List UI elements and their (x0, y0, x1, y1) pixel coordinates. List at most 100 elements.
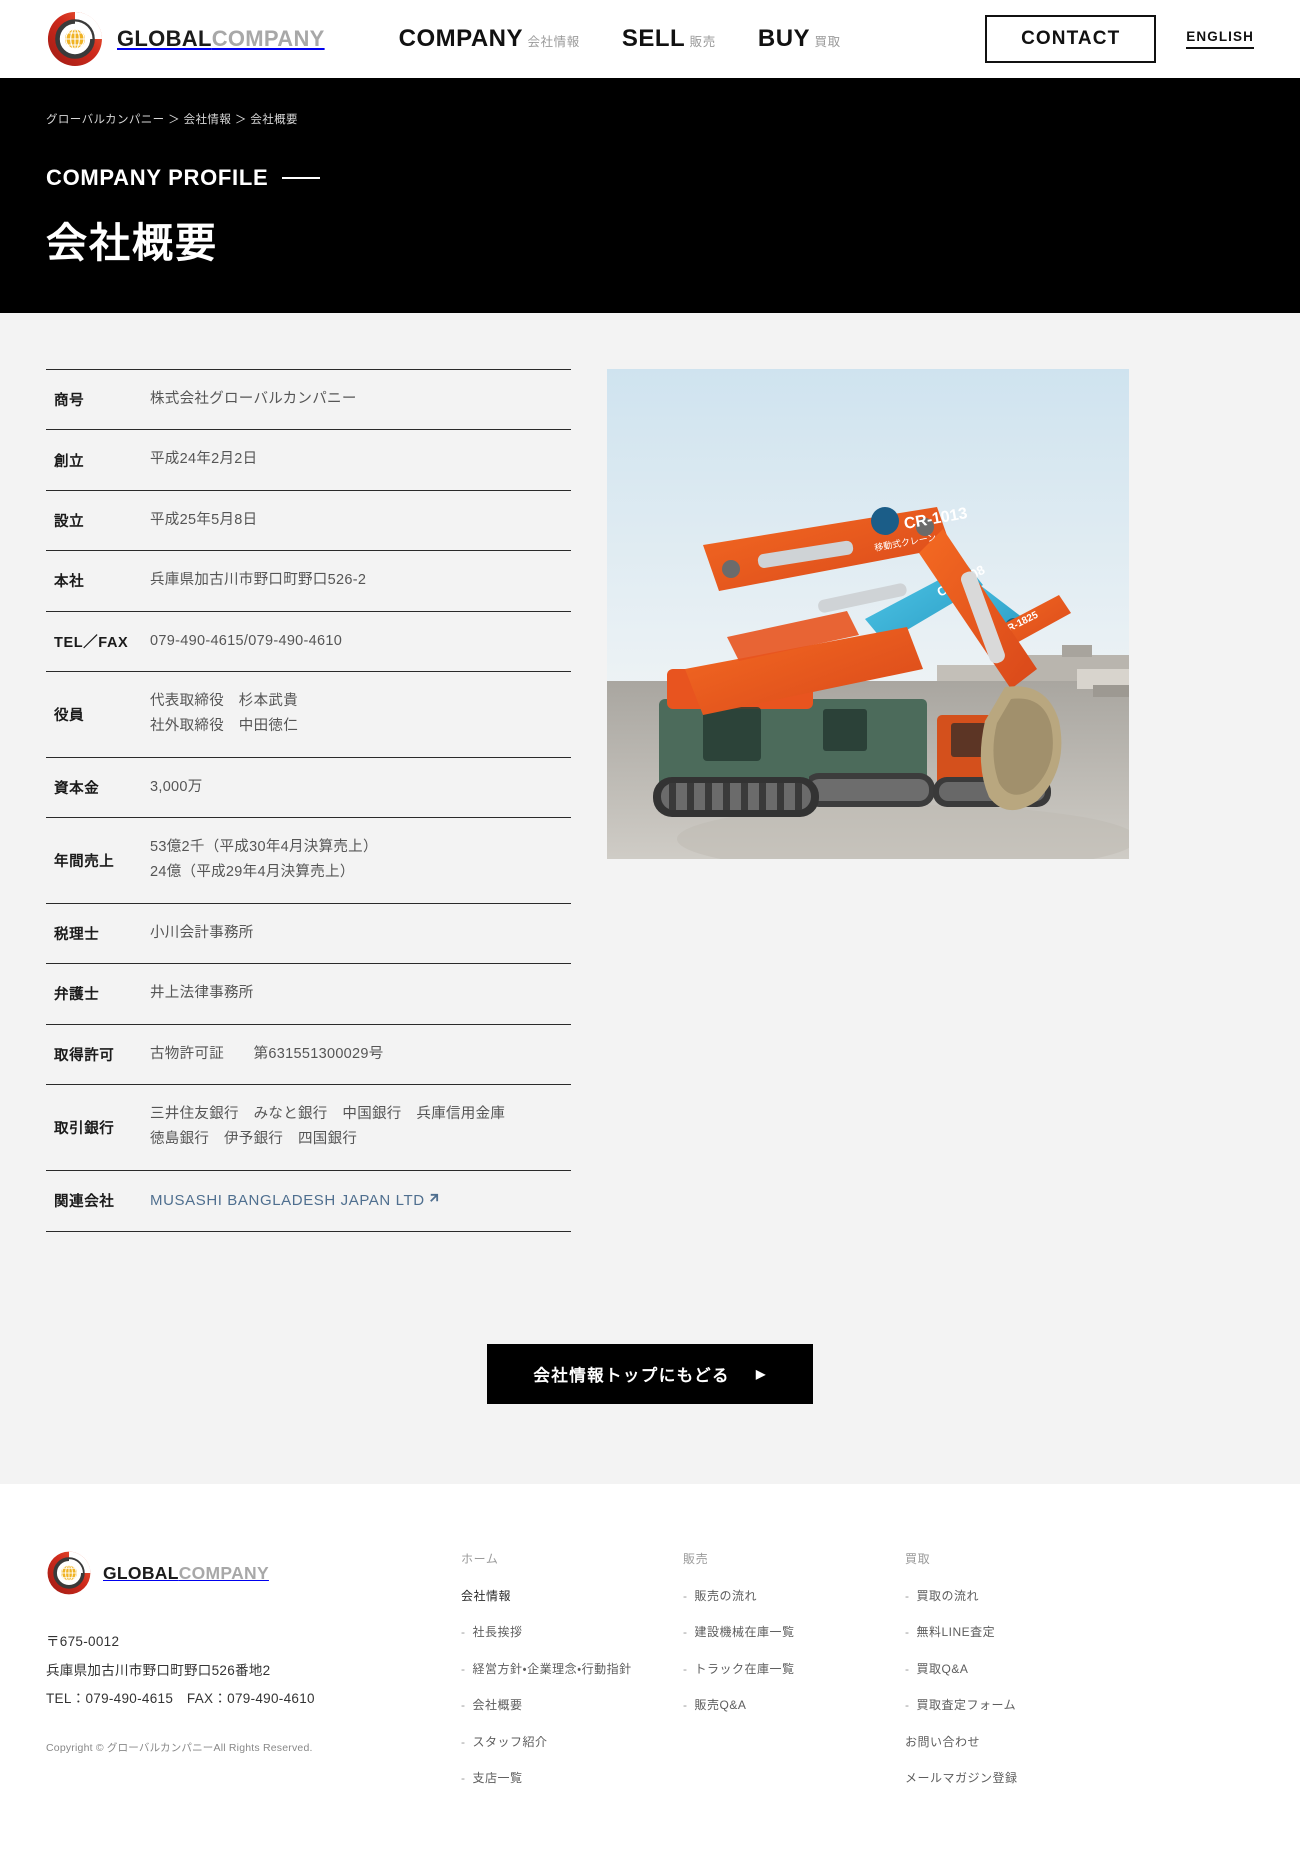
profile-row: 創立 平成24年2月2日 (46, 429, 571, 490)
profile-row-value: 平成25年5月8日 (150, 511, 258, 528)
profile-row: 本社 兵庫県加古川市野口町野口526-2 (46, 550, 571, 611)
footer-link-label: 社長挨拶 (472, 1625, 523, 1640)
footer-company-block: GLOBALCOMPANY 〒675-0012 兵庫県加古川市野口町野口526番… (46, 1550, 461, 1807)
footer-link[interactable]: メールマガジン登録 (905, 1771, 1127, 1785)
footer-link[interactable]: - トラック在庫一覧 (683, 1662, 905, 1676)
footer-link-label: トラック在庫一覧 (694, 1661, 795, 1676)
footer-link-label: 経営方針・企業理念・行動指針 (472, 1661, 632, 1676)
profile-row-value: 53億2千（平成30年4月決算売上） 24億（平成29年4月決算売上） (150, 839, 378, 881)
footer-brand-wordmark: GLOBALCOMPANY (103, 1563, 269, 1584)
profile-row-label: 税理士 (54, 926, 100, 943)
profile-row-label: 本社 (54, 574, 85, 591)
back-button-label: 会社情報トップにもどる (533, 1367, 730, 1385)
footer-link[interactable]: - 支店一覧 (461, 1771, 683, 1785)
footer-link-label: メールマガジン登録 (905, 1770, 1018, 1785)
profile-row-value: 079-490-4615/079-490-4610 (150, 632, 343, 649)
footer-address-block: 〒675-0012 兵庫県加古川市野口町野口526番地2 TEL：079-490… (46, 1628, 461, 1714)
footer-link[interactable]: - 会社概要 (461, 1698, 683, 1712)
profile-row-label: 取引銀行 (54, 1120, 115, 1137)
nav-item-sell[interactable]: SELL 販売 (622, 25, 716, 53)
brand-light: COMPANY (211, 26, 325, 51)
header-actions: CONTACT ENGLISH (985, 15, 1254, 63)
footer-link[interactable]: - 販売の流れ (683, 1589, 905, 1603)
profile-row: TEL／FAX 079-490-4615/079-490-4610 (46, 611, 571, 671)
back-to-company-top-button[interactable]: 会社情報トップにもどる ▶ (487, 1344, 813, 1404)
profile-row-value: 井上法律事務所 (150, 985, 254, 1002)
footer-link[interactable]: お問い合わせ (905, 1735, 1127, 1749)
footer-link[interactable]: - 買取の流れ (905, 1589, 1127, 1603)
company-profile-table: 商号 株式会社グローバルカンパニー 創立 平成24年2月2日 設立 平成25年5月8日 本社… (46, 369, 571, 1232)
profile-row-label: 年間売上 (54, 853, 115, 870)
nav-item-buy-ja: 買取 (814, 34, 841, 49)
site-logo-link[interactable]: GLOBALCOMPANY (46, 10, 325, 68)
nav-item-company[interactable]: COMPANY 会社情報 (398, 24, 580, 53)
site-header: GLOBALCOMPANY COMPANY 会社情報 SELL 販売 BUY 買… (0, 0, 1300, 78)
footer-column-sell: 販売 - 販売の流れ - 建設機械在庫一覧 - トラック在庫一覧 - 販売Q&A (683, 1550, 905, 1807)
footer-column-buy: 買取 - 買取の流れ - 無料LINE査定 - 買取Q&A - 買取査定フォーム お問い合わせ メー… (905, 1550, 1127, 1807)
footer-link-label: 販売Q&A (694, 1698, 747, 1713)
dash-bullet-icon: - (461, 1770, 466, 1785)
profile-row-label: 関連会社 (54, 1194, 115, 1211)
profile-row-value: 小川会計事務所 (150, 924, 254, 941)
footer-postal-code: 〒675-0012 (46, 1634, 120, 1649)
profile-row-label: 資本金 (54, 780, 100, 797)
contact-button[interactable]: CONTACT (985, 15, 1157, 63)
footer-link[interactable]: - 建設機械在庫一覧 (683, 1625, 905, 1639)
dash-bullet-icon: - (461, 1625, 466, 1640)
nav-item-company-ja: 会社情報 (527, 34, 580, 49)
profile-row-label: 設立 (54, 513, 85, 530)
footer-street-address: 兵庫県加古川市野口町野口526番地2 (46, 1662, 271, 1678)
profile-row-value: 古物許可証 第631551300029号 (150, 1045, 384, 1062)
dash-bullet-icon: - (905, 1589, 910, 1603)
dash-bullet-icon: - (461, 1698, 466, 1713)
profile-row-value: 代表取締役 杉本武貴 社外取締役 中田徳仁 (150, 692, 298, 735)
dash-bullet-icon: - (905, 1661, 910, 1676)
profile-row-value: 3,000万 (150, 778, 203, 795)
excavator-lineup-photo: CR-7008 CR-1825 (607, 369, 1129, 859)
dash-bullet-icon: - (905, 1625, 910, 1640)
footer-link[interactable]: - 無料LINE査定 (905, 1625, 1127, 1639)
site-footer: GLOBALCOMPANY 〒675-0012 兵庫県加古川市野口町野口526番… (0, 1484, 1300, 1859)
brand-wordmark: GLOBALCOMPANY (117, 28, 325, 50)
footer-link[interactable]: - 経営方針・企業理念・行動指針 (461, 1662, 683, 1676)
footer-link[interactable]: 会社情報 (461, 1589, 683, 1603)
profile-row: 資本金 3,000万 (46, 757, 571, 817)
footer-link[interactable]: - 販売Q&A (683, 1698, 905, 1712)
profile-row-label: 役員 (54, 707, 85, 724)
language-switch-english[interactable]: ENGLISH (1186, 29, 1254, 49)
profile-row-affiliate: 関連会社 MUSASHI BANGLADESH JAPAN LTD (46, 1170, 571, 1232)
nav-item-company-en: COMPANY (398, 24, 523, 52)
footer-link[interactable]: - 買取Q&A (905, 1662, 1127, 1676)
page-title: 会社概要 (46, 220, 218, 266)
breadcrumb[interactable]: グローバルカンパニー ＞ 会社情報 ＞ 会社概要 (46, 111, 1254, 127)
external-link-icon (428, 1188, 439, 1213)
profile-row: 税理士 小川会計事務所 (46, 903, 571, 963)
footer-logo-link[interactable]: GLOBALCOMPANY (46, 1550, 461, 1596)
footer-link-label: 販売の流れ (694, 1589, 758, 1603)
footer-tel-fax: TEL：079-490-4615 FAX：079-490-4610 (46, 1691, 315, 1707)
profile-row-label: 取得許可 (54, 1047, 115, 1064)
footer-link[interactable]: - 社長挨拶 (461, 1625, 683, 1639)
footer-column-home: ホーム 会社情報 - 社長挨拶 - 経営方針・企業理念・行動指針 - 会社概要 - スタッフ紹介 -… (461, 1550, 683, 1807)
footer-copyright: Copyright © グローバルカンパニーAll Rights Reserve… (46, 1741, 313, 1754)
back-button-row: 会社情報トップにもどる ▶ (46, 1344, 1254, 1404)
footer-link[interactable]: - スタッフ紹介 (461, 1735, 683, 1749)
footer-column-heading: 販売 (683, 1552, 709, 1566)
nav-item-buy[interactable]: BUY 買取 (757, 24, 841, 53)
footer-brand-light: COMPANY (178, 1562, 269, 1583)
profile-row: 設立 平成25年5月8日 (46, 490, 571, 550)
profile-row: 取引銀行 三井住友銀行 みなと銀行 中国銀行 兵庫信用金庫 徳島銀行 伊予銀行 四国… (46, 1084, 571, 1170)
page-hero: グローバルカンパニー ＞ 会社情報 ＞ 会社概要 COMPANY PROFILE… (0, 78, 1300, 313)
footer-link-label: 建設機械在庫一覧 (694, 1625, 795, 1640)
affiliate-company-link[interactable]: MUSASHI BANGLADESH JAPAN LTD (150, 1192, 425, 1209)
footer-link[interactable]: - 買取査定フォーム (905, 1698, 1127, 1712)
profile-row-label: 創立 (54, 453, 85, 470)
profile-row: 役員 代表取締役 杉本武貴 社外取締役 中田徳仁 (46, 671, 571, 757)
footer-link-label: 買取Q&A (916, 1661, 969, 1676)
nav-item-buy-en: BUY (757, 24, 811, 52)
page-root: GLOBALCOMPANY COMPANY 会社情報 SELL 販売 BUY 買… (0, 0, 1300, 1859)
dash-bullet-icon: - (461, 1734, 466, 1749)
footer-brand-strong: GLOBAL (103, 1562, 179, 1583)
brand-strong: GLOBAL (117, 26, 212, 51)
dash-bullet-icon: - (905, 1698, 910, 1713)
